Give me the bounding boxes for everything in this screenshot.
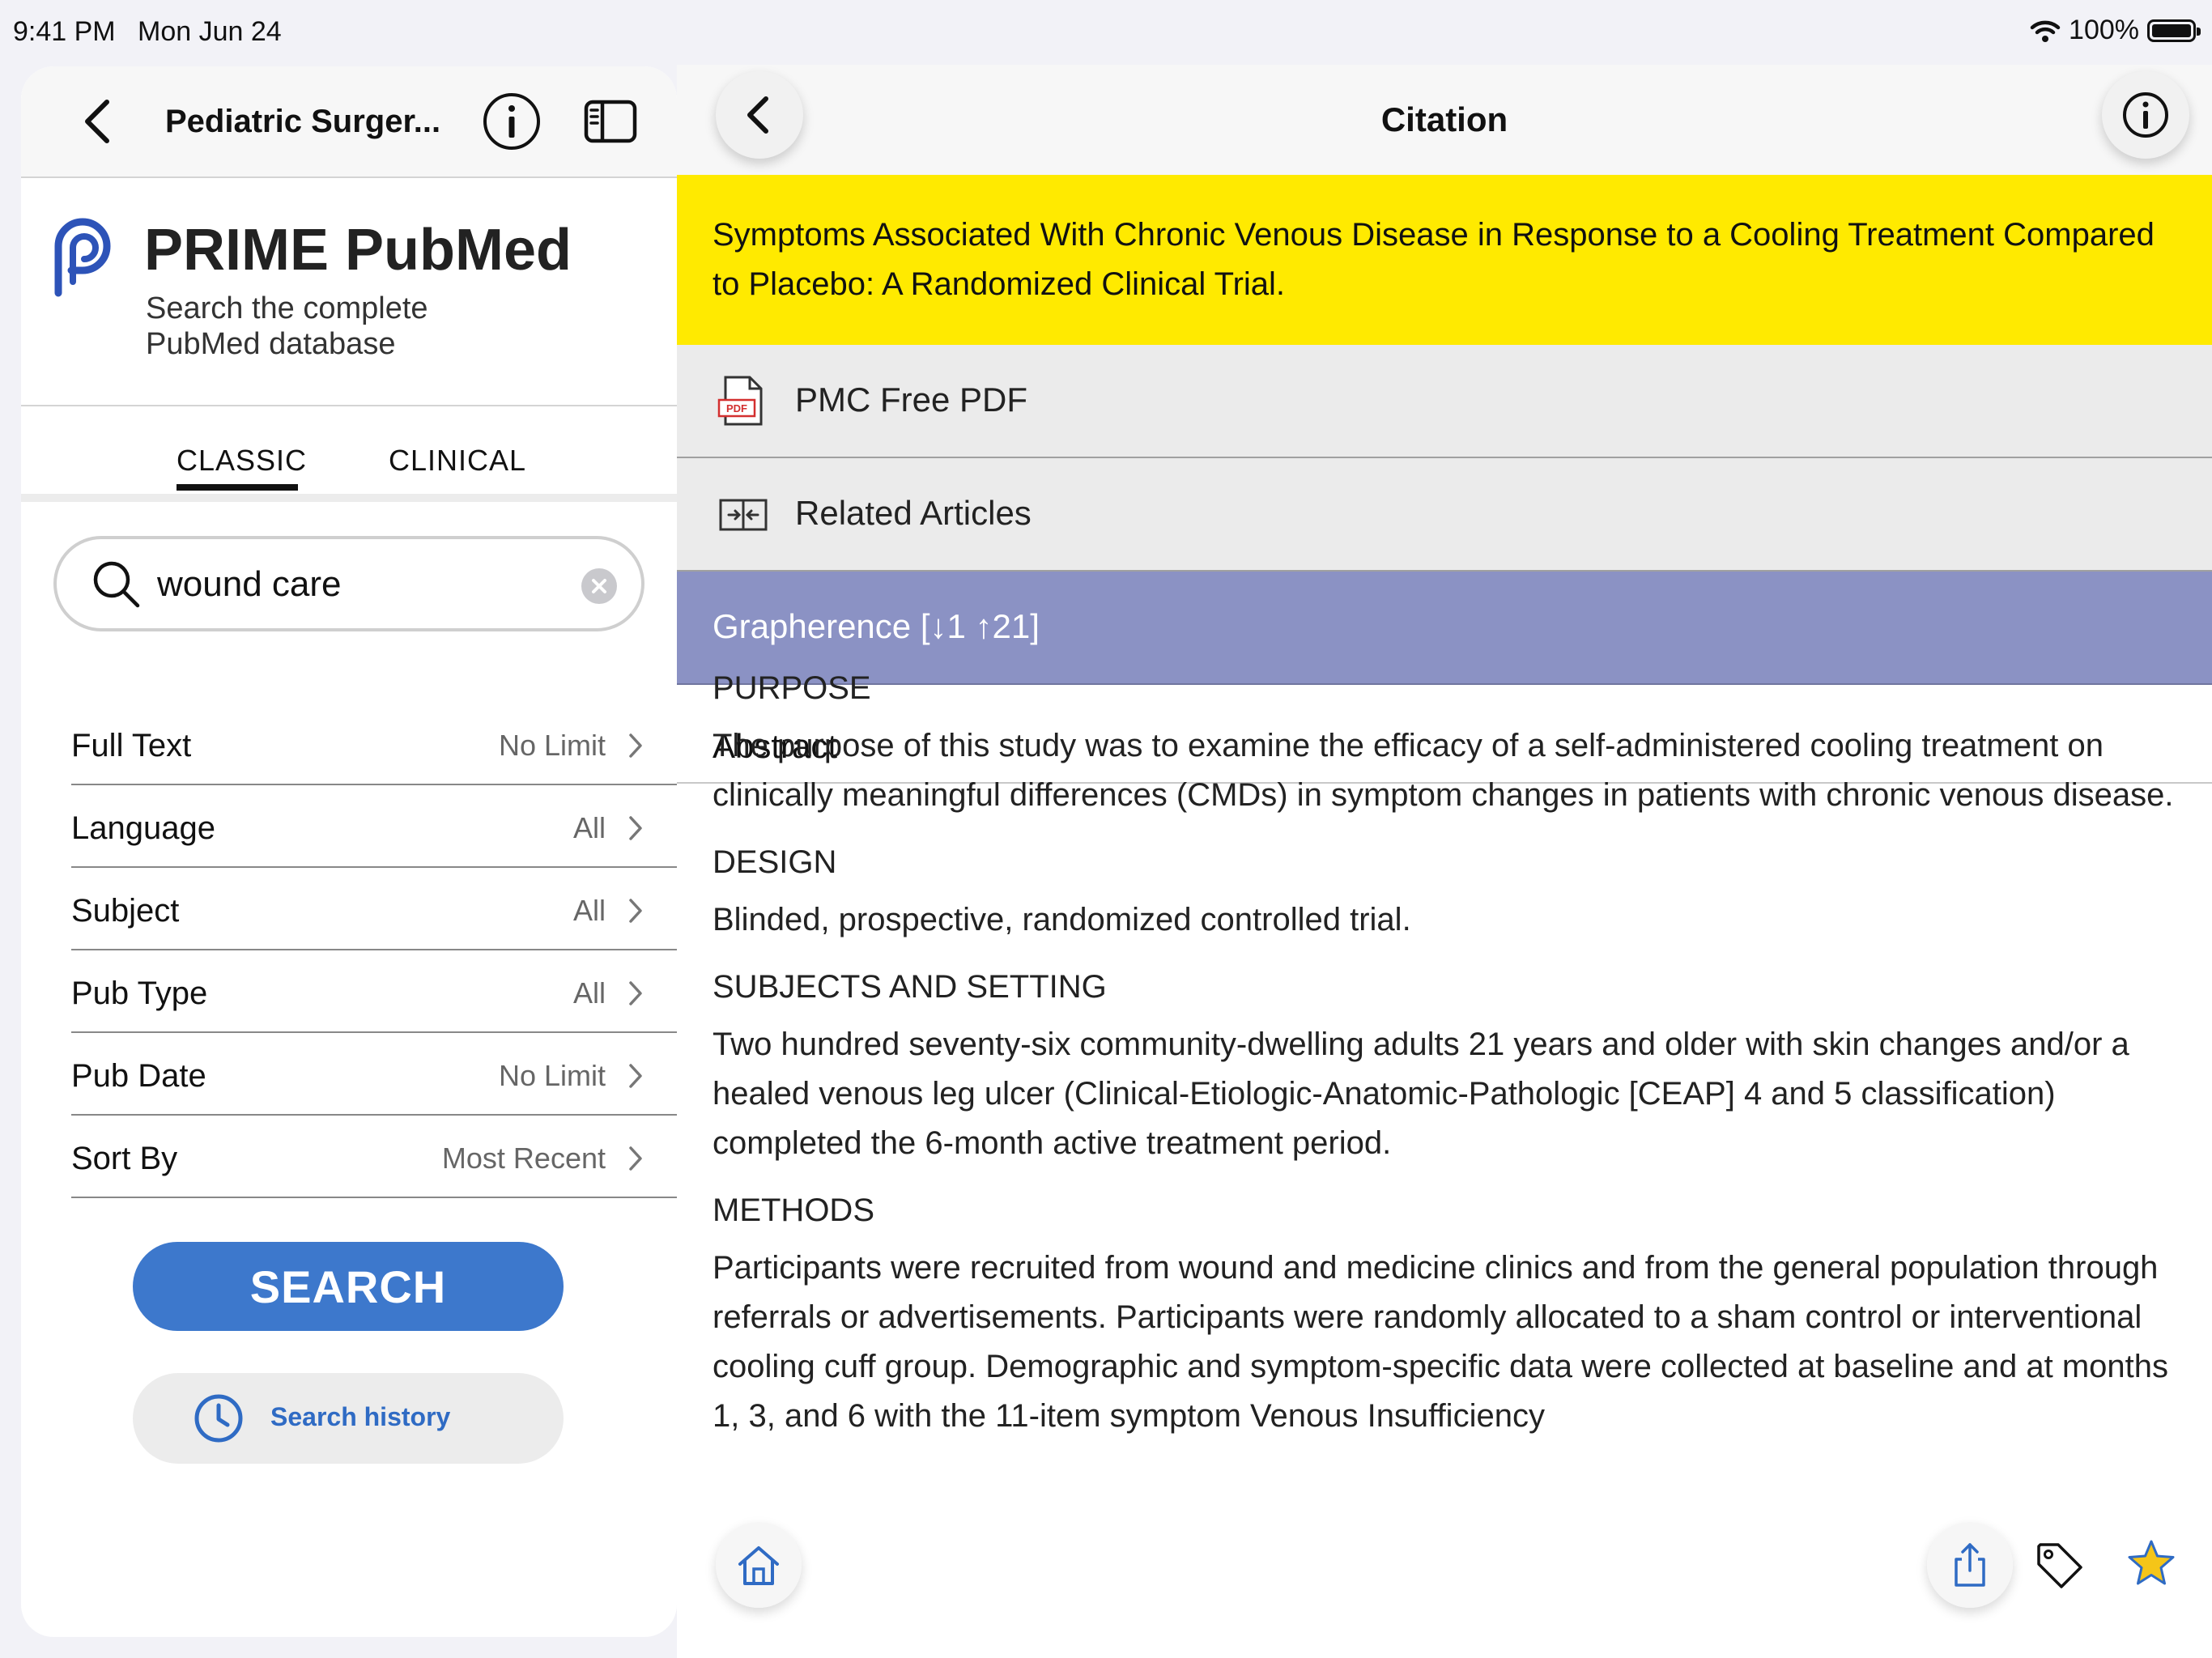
home-button[interactable] xyxy=(716,1522,802,1608)
status-bar: 9:41 PM Mon Jun 24 100% xyxy=(0,0,2212,65)
prime-pubmed-logo xyxy=(54,218,111,297)
info-icon xyxy=(2123,92,2168,138)
pdf-icon: PDF xyxy=(717,376,763,426)
filter-value: No Limit xyxy=(498,729,606,762)
home-icon xyxy=(738,1546,779,1585)
chevron-right-icon xyxy=(629,981,642,1005)
section-heading: PURPOSE xyxy=(713,670,871,706)
back-chevron-icon[interactable] xyxy=(78,96,118,147)
search-history-label: Search history xyxy=(270,1402,451,1431)
pmc-free-pdf-label: PMC Free PDF xyxy=(795,380,1028,419)
brand-tagline-line-2: PubMed database xyxy=(146,327,396,361)
left-nav-title: Pediatric Surger... xyxy=(165,104,441,139)
page-title: Citation xyxy=(1380,100,1508,138)
search-button[interactable]: SEARCH xyxy=(133,1242,564,1331)
filter-label: Language xyxy=(71,810,215,846)
chevron-right-icon xyxy=(629,1146,642,1171)
filter-value: Most Recent xyxy=(441,1141,606,1175)
battery-icon xyxy=(2147,19,2201,42)
related-articles-link[interactable]: Related Articles xyxy=(677,458,2212,572)
share-icon xyxy=(1955,1543,1985,1587)
filter-label: Pub Date xyxy=(71,1058,206,1094)
chevron-right-icon xyxy=(629,899,642,923)
filter-subject[interactable]: Subject All xyxy=(71,868,677,950)
pmc-free-pdf-link[interactable]: PDF PMC Free PDF xyxy=(677,345,2212,458)
brand-header: PRIME PubMed Search the complete PubMed … xyxy=(21,178,677,406)
search-input[interactable] xyxy=(157,560,578,609)
section-text: Participants were recruited from wound a… xyxy=(713,1250,2169,1434)
search-history-button[interactable]: Search history xyxy=(133,1373,564,1464)
chevron-right-icon xyxy=(629,1064,642,1088)
status-indicators: 100% xyxy=(2030,15,2201,46)
section-text: Two hundred seventy-six community-dwelli… xyxy=(713,1027,2129,1161)
filter-value: All xyxy=(572,811,606,844)
filter-sort-by[interactable]: Sort By Most Recent xyxy=(71,1116,677,1198)
active-tab-indicator xyxy=(177,484,298,491)
related-articles-icon xyxy=(719,499,768,531)
brand-name: PRIME PubMed xyxy=(144,218,572,283)
section-heading: METHODS xyxy=(713,1192,874,1228)
filter-label: Full Text xyxy=(71,728,192,763)
share-button[interactable] xyxy=(1927,1522,2013,1608)
search-field[interactable] xyxy=(53,536,644,631)
status-date: Mon Jun 24 xyxy=(138,16,282,47)
svg-text:PDF: PDF xyxy=(726,402,747,414)
search-sidebar: Pediatric Surger... PRIME PubMed Search … xyxy=(21,66,677,1637)
grapherence-label: Grapherence [↓1 ↑21] xyxy=(713,607,1040,645)
filter-list: Full Text No Limit Language All Subject … xyxy=(71,706,677,1198)
filter-pub-type[interactable]: Pub Type All xyxy=(71,950,677,1033)
filter-label: Pub Type xyxy=(71,976,208,1011)
filter-value: All xyxy=(572,976,606,1010)
abstract-body: PURPOSE The purpose of this study was to… xyxy=(713,664,2186,1459)
filter-full-text[interactable]: Full Text No Limit xyxy=(71,706,677,785)
search-mode-tabs: CLASSIC CLINICAL xyxy=(21,406,677,502)
chevron-right-icon xyxy=(629,816,642,840)
tab-clinical[interactable]: CLINICAL xyxy=(389,444,526,478)
chevron-right-icon xyxy=(629,733,642,758)
tab-classic[interactable]: CLASSIC xyxy=(177,444,307,478)
left-nav-bar: Pediatric Surger... xyxy=(21,66,677,178)
citation-info-button[interactable] xyxy=(2102,71,2189,159)
tag-icon[interactable] xyxy=(2034,1540,2084,1590)
related-articles-label: Related Articles xyxy=(795,494,1032,532)
battery-percent: 100% xyxy=(2069,15,2139,45)
filter-label: Subject xyxy=(71,893,180,929)
sidebar-toggle-icon[interactable] xyxy=(583,94,638,149)
clear-search-icon[interactable] xyxy=(581,568,617,604)
citation-panel: Citation Symptoms Associated With Chroni… xyxy=(677,65,2212,1658)
section-heading: DESIGN xyxy=(713,844,837,880)
brand-tagline-line-1: Search the complete xyxy=(146,291,428,325)
clock-icon xyxy=(194,1394,243,1443)
star-icon[interactable] xyxy=(2126,1538,2176,1588)
filter-value: All xyxy=(572,894,606,927)
article-title: Symptoms Associated With Chronic Venous … xyxy=(677,175,2212,345)
filter-language[interactable]: Language All xyxy=(71,785,677,868)
filter-label: Sort By xyxy=(71,1141,178,1176)
right-nav-bar: Citation xyxy=(677,65,2212,175)
section-text: The purpose of this study was to examine… xyxy=(713,728,2174,813)
section-text: Blinded, prospective, randomized control… xyxy=(713,902,1411,937)
section-heading: SUBJECTS AND SETTING xyxy=(713,969,1107,1005)
info-icon[interactable] xyxy=(481,91,542,152)
status-time: 9:41 PM xyxy=(13,16,116,47)
filter-pub-date[interactable]: Pub Date No Limit xyxy=(71,1033,677,1116)
search-icon xyxy=(93,561,140,608)
filter-value: No Limit xyxy=(498,1059,606,1092)
wifi-icon xyxy=(2030,20,2061,42)
